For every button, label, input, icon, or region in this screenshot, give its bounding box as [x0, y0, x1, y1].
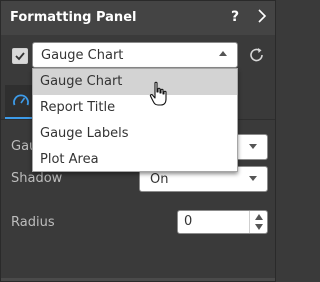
chevron-right-icon[interactable] — [254, 7, 270, 25]
panel-bottom-edge — [1, 278, 275, 281]
enable-checkbox[interactable] — [12, 48, 28, 64]
chevron-down-icon — [219, 51, 227, 56]
checkbox-check-icon — [15, 52, 25, 61]
panel-title: Formatting Panel — [10, 10, 137, 25]
shadow-label: Shadow — [11, 171, 63, 186]
spinner-up-icon[interactable] — [255, 214, 263, 220]
panel-header: Formatting Panel ? — [1, 1, 275, 35]
radius-input[interactable]: 0 — [178, 211, 250, 233]
dropdown-option-report-title[interactable]: Report Title — [33, 95, 237, 121]
dropdown-option-plot-area[interactable]: Plot Area — [33, 147, 237, 173]
dropdown-option-gauge-labels[interactable]: Gauge Labels — [33, 121, 237, 147]
chevron-down-icon — [249, 176, 257, 181]
radius-stepper[interactable]: 0 — [177, 210, 268, 234]
dropdown-option-gauge-chart[interactable]: Gauge Chart — [33, 69, 237, 95]
reset-icon[interactable] — [248, 46, 266, 64]
chevron-down-icon — [249, 144, 257, 149]
target-element-select[interactable]: Gauge Chart — [32, 42, 238, 68]
gauge-icon — [13, 94, 29, 106]
hand-cursor-icon — [149, 81, 167, 106]
target-element-value: Gauge Chart — [41, 48, 124, 63]
shadow-value: On — [150, 172, 169, 187]
radius-label: Radius — [11, 215, 55, 230]
help-icon[interactable]: ? — [231, 9, 239, 25]
formatting-panel: Formatting Panel ? Gauge Chart Gau Shado… — [0, 0, 276, 282]
radius-value: 0 — [184, 214, 193, 229]
target-element-dropdown: Gauge Chart Report Title Gauge Labels Pl… — [32, 68, 238, 172]
spinner-down-icon[interactable] — [255, 224, 263, 230]
